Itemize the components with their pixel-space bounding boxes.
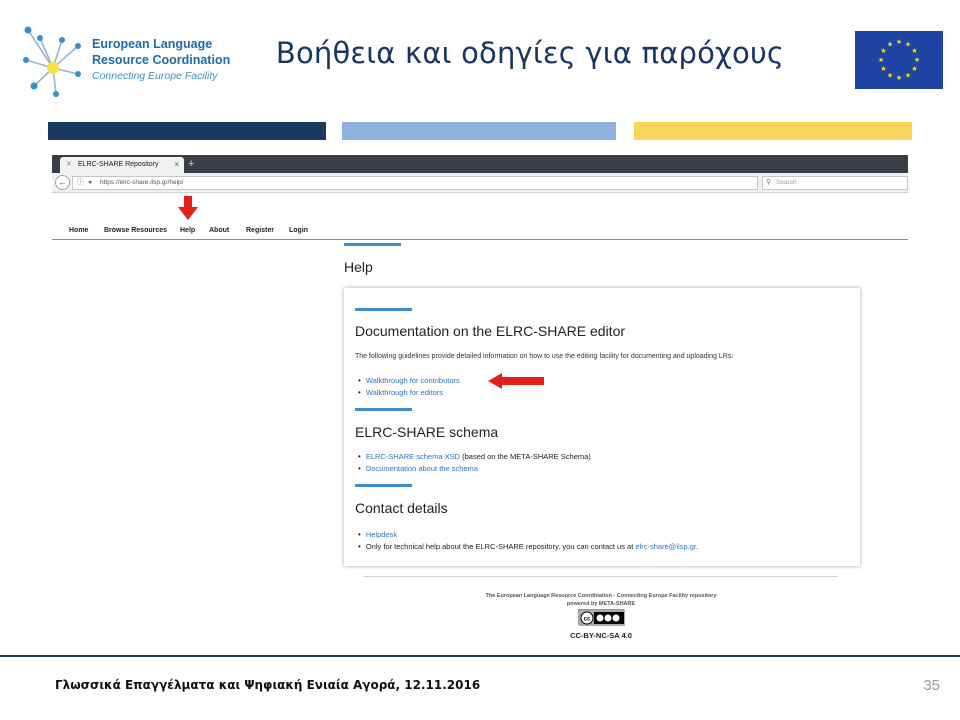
svg-text:★: ★ [880,47,886,55]
browser-tab[interactable]: ✕ ELRC-SHARE Repository × [60,157,184,173]
svg-text:★: ★ [896,38,902,46]
nav-help[interactable]: Help [180,227,195,234]
lock-icon: ● [88,179,93,186]
list-item: Only for technical help about the ELRC-S… [358,541,698,553]
svg-text:★: ★ [905,41,911,49]
tab-title: ELRC-SHARE Repository [78,161,159,168]
link-schema-docs[interactable]: Documentation about the schema [366,464,478,473]
svg-text:★: ★ [905,72,911,80]
new-tab-icon[interactable]: + [188,156,194,172]
list-item: Walkthrough for contributors [358,375,460,387]
link-schema-xsd[interactable]: ELRC-SHARE schema XSD [366,452,460,461]
schema-note: (based on the META-SHARE Schema) [460,452,591,461]
browser-toolbar: ← ⓘ ● https://elrc-share.ilsp.gr/help/ C… [52,173,908,193]
license-text: CC-BY-NC-SA 4.0 [570,631,632,640]
slide-footer-text: Γλωσσικά Επαγγέλματα και Ψηφιακή Ενιαία … [55,678,481,692]
section-title-documentation: Documentation on the ELRC-SHARE editor [355,323,626,339]
svg-text:★: ★ [914,56,920,64]
logo-line-1: European Language [92,37,213,51]
browser-screenshot: ✕ ELRC-SHARE Repository × + ← ⓘ ● https:… [52,155,908,647]
decor-bar-light [342,122,616,140]
list-item: Documentation about the schema [358,463,591,475]
list-item: Helpdesk [358,529,698,541]
heading-rule [344,243,401,246]
back-icon[interactable]: ← [55,175,70,190]
schema-links: ELRC-SHARE schema XSD (based on the META… [358,451,591,474]
nav-home[interactable]: Home [69,227,88,234]
link-walkthrough-editors[interactable]: Walkthrough for editors [366,388,443,397]
contact-links: Helpdesk Only for technical help about t… [358,529,698,552]
info-icon[interactable]: ⓘ [77,177,84,189]
slide-title: Βοήθεια και οδηγίες για παρόχους [275,36,785,70]
section-title-contact: Contact details [355,500,448,516]
elrc-logo: European Language Resource Coordination … [18,24,230,100]
svg-text:★: ★ [911,47,917,55]
search-placeholder: Search [776,179,797,186]
nav-about[interactable]: About [209,227,229,234]
svg-text:★: ★ [878,56,884,64]
svg-text:cc: cc [584,617,591,623]
site-footer-line-1: The European Language Resource Coordinat… [485,593,717,599]
address-bar[interactable]: ⓘ ● https://elrc-share.ilsp.gr/help/ C [72,176,773,190]
link-walkthrough-contributors[interactable]: Walkthrough for contributors [366,376,460,385]
favicon-icon: ✕ [66,161,72,168]
nav-login[interactable]: Login [289,227,308,234]
section-intro: The following guidelines provide detaile… [355,353,734,360]
documentation-links: Walkthrough for contributors Walkthrough… [358,375,460,398]
svg-text:★: ★ [887,41,893,49]
svg-text:★: ★ [880,65,886,73]
site-footer-line-2: powered by META-SHARE [566,601,636,607]
link-helpdesk[interactable]: Helpdesk [366,530,397,539]
svg-text:★: ★ [911,65,917,73]
cc-license-badge-icon[interactable]: cc [578,609,625,626]
slide-footer-rule [0,655,960,657]
network-logo-icon [23,26,81,97]
decor-bar-yellow [634,122,912,140]
logo-line-3: Connecting Europe Facility [92,70,218,82]
svg-text:★: ★ [887,72,893,80]
section-rule [355,408,412,411]
browser-tab-bar: ✕ ELRC-SHARE Repository × + [52,155,908,173]
contact-text: Only for technical help about the ELRC-S… [365,541,636,551]
section-rule [355,484,412,487]
logo-line-2: Resource Coordination [92,53,231,67]
search-input[interactable]: ⚲ Search [762,176,908,190]
nav-register[interactable]: Register [246,227,274,234]
svg-text:★: ★ [896,74,902,82]
section-rule [355,308,412,311]
list-item: ELRC-SHARE schema XSD (based on the META… [358,451,591,463]
eu-flag-icon: ★ ★ ★ ★ ★ ★ ★ ★ ★ ★ ★ ★ [855,31,943,89]
red-down-arrow-icon [178,196,198,220]
site-navigation: Home Browse Resources Help About Registe… [52,223,908,240]
nav-browse[interactable]: Browse Resources [104,227,167,234]
url-text[interactable]: https://elrc-share.ilsp.gr/help/ [100,177,183,189]
section-title-schema: ELRC-SHARE schema [355,424,499,440]
page-heading: Help [344,259,373,275]
site-footer-rule [364,576,838,577]
red-left-arrow-icon [488,373,544,389]
contact-suffix: . [695,541,699,551]
page-number: 35 [923,677,940,694]
search-icon: ⚲ [766,179,772,186]
help-card: Documentation on the ELRC-SHARE editor T… [344,288,860,566]
link-contact-email[interactable]: elrc-share@ilsp.gr [635,542,696,551]
decor-bar-dark [48,122,326,140]
list-item: Walkthrough for editors [358,387,460,399]
tab-close-icon[interactable]: × [174,157,179,173]
